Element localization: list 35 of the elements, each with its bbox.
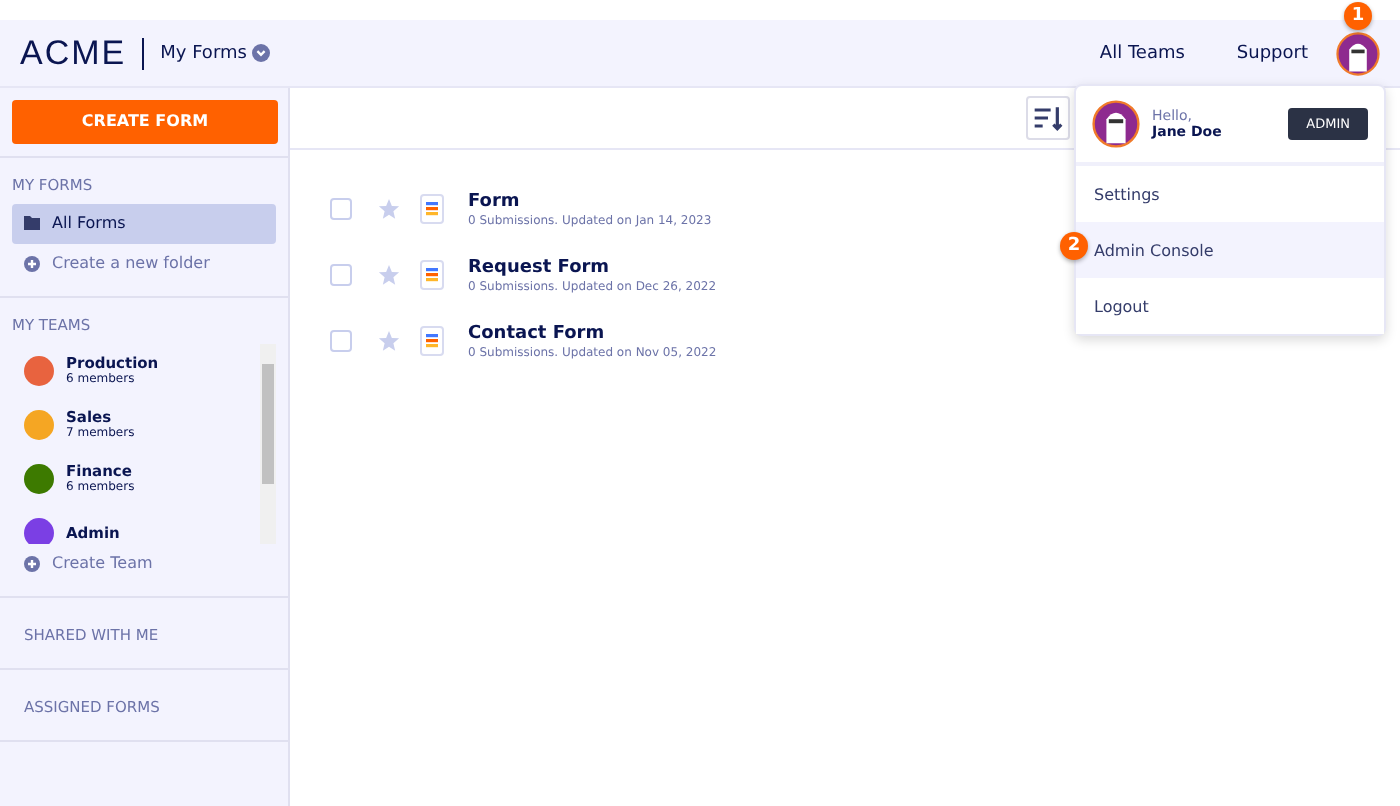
- step-badge: 2: [1060, 232, 1088, 260]
- logo[interactable]: ACME: [20, 33, 127, 73]
- team-icon[interactable]: [24, 463, 54, 493]
- folder-item[interactable]: All Forms: [12, 203, 276, 243]
- create-team-link[interactable]: Create Team: [12, 543, 276, 583]
- form-title[interactable]: Contact Form: [468, 323, 717, 343]
- avatar-icon: [1336, 31, 1380, 75]
- scrollbar[interactable]: [260, 343, 276, 543]
- checkbox[interactable]: [330, 330, 352, 352]
- header-link[interactable]: All Teams: [1099, 43, 1185, 63]
- star-icon[interactable]: [378, 198, 400, 220]
- team-icon[interactable]: [24, 355, 54, 385]
- chevron-down-icon[interactable]: [252, 44, 271, 62]
- avatar-icon: [1092, 100, 1140, 148]
- folder-icon: [24, 216, 40, 230]
- menu-item[interactable]: Logout: [1076, 278, 1384, 334]
- section-title[interactable]: My Forms: [160, 43, 247, 63]
- form-title[interactable]: Request Form: [468, 257, 717, 277]
- step-badge: 1: [1344, 2, 1372, 30]
- checkbox[interactable]: [330, 198, 352, 220]
- menu-item[interactable]: Settings: [1076, 166, 1384, 222]
- plus-icon: [24, 555, 40, 571]
- menu-item[interactable]: Admin Console: [1076, 222, 1384, 278]
- team-icon[interactable]: [24, 517, 54, 543]
- form-title[interactable]: Form: [468, 191, 712, 211]
- form-icon: [420, 194, 444, 224]
- star-icon[interactable]: [378, 330, 400, 352]
- star-icon[interactable]: [378, 264, 400, 286]
- form-icon: [420, 326, 444, 356]
- plus-icon: [24, 255, 40, 271]
- header-link[interactable]: Support: [1236, 43, 1308, 63]
- sort-icon[interactable]: [1026, 96, 1070, 140]
- form-icon: [420, 260, 444, 290]
- create-folder-link[interactable]: Create a new folder: [12, 243, 276, 283]
- checkbox[interactable]: [330, 264, 352, 286]
